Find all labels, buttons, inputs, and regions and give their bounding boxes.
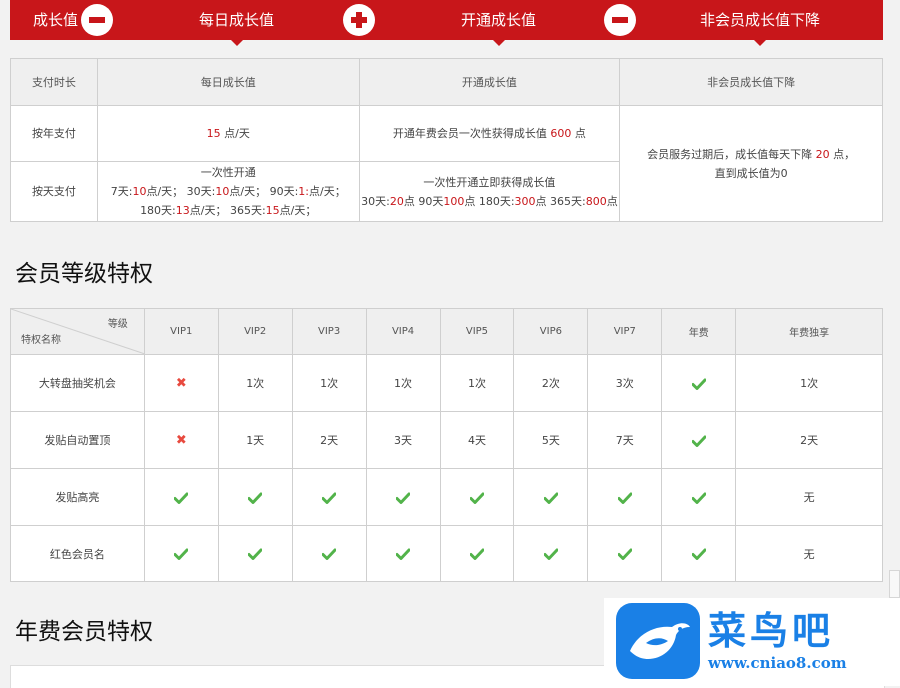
rate-item: 180天:300点 [478, 194, 551, 208]
column-header: 年费 [661, 308, 737, 355]
privilege-value: 2天 [735, 411, 883, 469]
rate-item: 90天100点 [418, 194, 479, 208]
check-icon [587, 525, 663, 582]
privilege-value: 7天 [587, 411, 663, 469]
row-label-daily: 按天支付 [10, 161, 98, 222]
rate-item: 365天:15点/天； [229, 204, 317, 217]
column-header: VIP6 [513, 308, 589, 355]
section-title-annual: 年费会员特权 [15, 619, 153, 645]
privilege-value: 无 [735, 525, 883, 582]
check-icon [291, 468, 367, 526]
decline-growth-label: 非会员成长值下降 [700, 0, 820, 46]
check-icon [661, 468, 737, 526]
column-header: 年费独享 [735, 308, 883, 355]
check-icon [217, 525, 293, 582]
header-open-growth: 开通成长值 [358, 58, 621, 106]
check-icon [587, 468, 663, 526]
check-icon [217, 468, 293, 526]
check-icon [291, 525, 367, 582]
rate-item: 30天:20点 [361, 194, 419, 208]
daily-rates-line: 7天:10点/天； 30天:10点/天； 90天:1:点/天； [98, 182, 359, 201]
check-icon [513, 468, 589, 526]
bird-logo-icon [616, 603, 700, 679]
daily-growth-label: 每日成长值 [199, 0, 274, 46]
decline-cell: 会员服务过期后，成长值每天下降 20 点， 直到成长值为0 [619, 105, 883, 222]
check-icon [143, 468, 219, 526]
table-row: 发贴自动置顶 ✖ 1天 2天 3天 4天 5天 7天 2天 [10, 411, 883, 469]
privilege-value: 3天 [365, 411, 441, 469]
rate-item: 30天:10点/天； [186, 185, 270, 198]
rate-item: 180天:13点/天； [140, 204, 230, 217]
daily-open-cell: 一次性开通立即获得成长值 30天:20点 90天100点 180天:300点 3… [358, 161, 621, 222]
privilege-value: 无 [735, 468, 883, 526]
minus-icon [604, 4, 636, 36]
column-header: VIP4 [365, 308, 441, 355]
check-icon [513, 525, 589, 582]
header-pay-duration: 支付时长 [10, 58, 98, 106]
check-icon [439, 468, 515, 526]
privilege-name: 红色会员名 [10, 525, 145, 582]
row-label-yearly: 按年支付 [10, 105, 98, 162]
check-icon [661, 525, 737, 582]
privilege-value: 3次 [587, 354, 663, 412]
check-icon [365, 468, 441, 526]
privilege-table: 等级 特权名称 VIP1 VIP2 VIP3 VIP4 VIP5 VIP6 VIP7 年费 年费… [10, 308, 883, 582]
privilege-value: 1天 [217, 411, 293, 469]
growth-label: 成长值 [33, 11, 79, 29]
check-icon [365, 525, 441, 582]
logo-name: 菜鸟吧 [708, 608, 835, 653]
privilege-value: 1次 [365, 354, 441, 412]
cross-icon: ✖ [143, 411, 219, 469]
privilege-value: 1次 [439, 354, 515, 412]
privilege-value: 5天 [513, 411, 589, 469]
table-row: 红色会员名 无 [10, 525, 883, 582]
section-title-privileges: 会员等级特权 [15, 261, 153, 287]
caret-icon [754, 40, 766, 46]
header-daily-growth: 每日成长值 [96, 58, 360, 106]
logo-url: www.cniao8.com [708, 654, 847, 672]
table-row: 大转盘抽奖机会 ✖ 1次 1次 1次 1次 2次 3次 1次 [10, 354, 883, 412]
table-row: 发贴高亮 无 [10, 468, 883, 526]
column-header: VIP3 [291, 308, 367, 355]
privilege-name: 大转盘抽奖机会 [10, 354, 145, 412]
site-logo: 菜鸟吧 www.cniao8.com [604, 598, 900, 686]
scrollbar-button[interactable] [889, 570, 900, 598]
privilege-value: 1次 [217, 354, 293, 412]
check-icon [661, 411, 737, 469]
column-header: VIP7 [587, 308, 663, 355]
rate-item: 365天:800点 [550, 194, 618, 208]
plus-icon [343, 4, 375, 36]
column-header: VIP2 [217, 308, 293, 355]
yearly-open-cell: 开通年费会员一次性获得成长值 600 点 [358, 105, 621, 162]
cross-icon: ✖ [143, 354, 219, 412]
open-rates-line: 30天:20点 90天100点 180天:300点 365天:800点 [360, 192, 620, 211]
column-header: VIP1 [143, 308, 219, 355]
privilege-value: 2次 [513, 354, 589, 412]
header-decline: 非会员成长值下降 [619, 58, 883, 106]
rate-item: 7天:10点/天； [110, 185, 187, 198]
privilege-value: 4天 [439, 411, 515, 469]
check-icon [143, 525, 219, 582]
privilege-name: 发贴高亮 [10, 468, 145, 526]
check-icon [661, 354, 737, 412]
corner-header: 等级 特权名称 [10, 308, 145, 355]
open-growth-label: 开通成长值 [461, 0, 536, 46]
growth-table: 支付时长 每日成长值 开通成长值 非会员成长值下降 按年支付 15 点/天 开通… [10, 58, 883, 222]
rate-item: 90天:1:点/天； [269, 185, 346, 198]
privilege-value: 1次 [291, 354, 367, 412]
privilege-name: 发贴自动置顶 [10, 411, 145, 469]
caret-icon [230, 40, 243, 46]
caret-icon [492, 40, 505, 46]
daily-rates-line: 180天:13点/天； 365天:15点/天； [98, 201, 359, 220]
check-icon [439, 525, 515, 582]
yearly-daily-cell: 15 点/天 [96, 105, 360, 162]
minus-icon [81, 4, 113, 36]
privilege-value: 2天 [291, 411, 367, 469]
daily-daily-cell: 一次性开通 7天:10点/天； 30天:10点/天； 90天:1:点/天； 18… [96, 161, 360, 222]
column-header: VIP5 [439, 308, 515, 355]
growth-banner: 成长值 每日成长值 开通成长值 非会员成长值下降 [10, 0, 883, 46]
privilege-value: 1次 [735, 354, 883, 412]
